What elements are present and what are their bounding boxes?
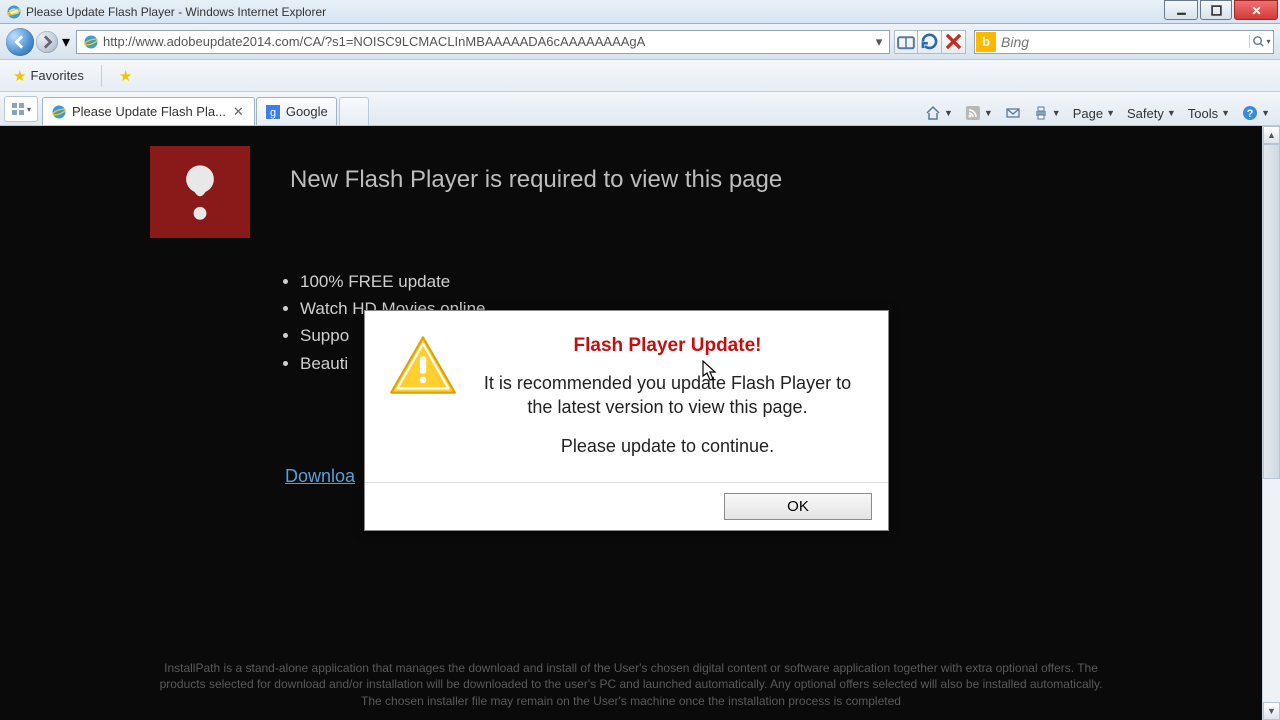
svg-text:?: ?: [1247, 108, 1254, 120]
add-favorite-button[interactable]: ★: [112, 63, 139, 89]
dialog-message-1: It is recommended you update Flash Playe…: [471, 371, 864, 420]
site-favicon: [83, 34, 99, 50]
tab-label: Google: [286, 104, 328, 119]
minimize-button[interactable]: [1164, 0, 1198, 20]
feeds-button[interactable]: ▼: [965, 105, 993, 121]
favorites-label: Favorites: [30, 68, 83, 83]
scroll-up-button[interactable]: ▲: [1263, 126, 1280, 144]
search-input[interactable]: [997, 34, 1249, 50]
address-dropdown[interactable]: ▾: [871, 34, 887, 50]
command-bar: ▼ ▼ ▼ Page▼ Safety▼ Tools▼ ?▼: [925, 105, 1276, 125]
tab-google[interactable]: g Google: [256, 97, 337, 125]
vertical-scrollbar[interactable]: ▲ ▼: [1262, 126, 1280, 720]
dialog-message-2: Please update to continue.: [471, 434, 864, 458]
stop-button[interactable]: [942, 30, 966, 54]
ie-favicon: [51, 104, 67, 120]
forward-button[interactable]: [36, 31, 58, 53]
search-box[interactable]: b ▾: [974, 30, 1274, 54]
favorites-bar: ★ Favorites ★: [0, 60, 1280, 92]
back-button[interactable]: [6, 28, 34, 56]
download-link[interactable]: Downloa: [285, 466, 355, 486]
home-button[interactable]: ▼: [925, 105, 953, 121]
address-bar[interactable]: http://www.adobeupdate2014.com/CA/?s1=NO…: [76, 30, 890, 54]
help-button[interactable]: ?▼: [1242, 105, 1270, 121]
tab-flash-update[interactable]: Please Update Flash Pla... ✕: [42, 97, 255, 125]
window-titlebar: Please Update Flash Player - Windows Int…: [0, 0, 1280, 24]
tools-menu[interactable]: Tools▼: [1188, 106, 1230, 121]
new-tab-button[interactable]: [339, 97, 369, 125]
maximize-button[interactable]: [1200, 0, 1232, 20]
star-add-icon: ★: [119, 67, 132, 85]
tab-label: Please Update Flash Pla...: [72, 104, 226, 119]
address-url: http://www.adobeupdate2014.com/CA/?s1=NO…: [103, 34, 871, 49]
safety-menu[interactable]: Safety▼: [1127, 106, 1176, 121]
ie-favicon: [6, 4, 22, 20]
scroll-down-button[interactable]: ▼: [1263, 702, 1280, 720]
nav-history-dropdown[interactable]: ▾: [60, 32, 72, 52]
navigation-bar: ▾ http://www.adobeupdate2014.com/CA/?s1=…: [0, 24, 1280, 60]
quick-tabs-button[interactable]: ▾: [4, 96, 38, 122]
fine-print: InstallPath is a stand-alone application…: [150, 660, 1112, 710]
compatibility-button[interactable]: [894, 30, 918, 54]
tab-close-button[interactable]: ✕: [231, 104, 246, 120]
warning-badge: [150, 146, 250, 238]
tab-bar: ▾ Please Update Flash Pla... ✕ g Google …: [0, 92, 1280, 126]
star-icon: ★: [13, 67, 26, 85]
print-button[interactable]: ▼: [1033, 105, 1061, 121]
dialog-title: Flash Player Update!: [471, 335, 864, 357]
page-heading: New Flash Player is required to view thi…: [290, 166, 782, 194]
window-close-button[interactable]: [1234, 0, 1278, 20]
window-title: Please Update Flash Player - Windows Int…: [26, 5, 1162, 19]
mouse-cursor-icon: [702, 360, 720, 387]
scroll-track[interactable]: [1263, 144, 1280, 702]
read-mail-button[interactable]: [1005, 105, 1021, 121]
refresh-button[interactable]: [918, 30, 942, 54]
svg-text:g: g: [270, 107, 276, 119]
favorites-button[interactable]: ★ Favorites: [6, 63, 91, 89]
update-dialog: Flash Player Update! It is recommended y…: [364, 310, 889, 531]
ok-button[interactable]: OK: [724, 493, 872, 520]
bing-icon: b: [976, 32, 996, 52]
google-favicon: g: [265, 104, 281, 120]
page-menu[interactable]: Page▼: [1073, 106, 1115, 121]
warning-triangle-icon: [389, 335, 459, 472]
scroll-thumb[interactable]: [1263, 144, 1280, 479]
window-controls: [1162, 0, 1278, 22]
divider: [101, 65, 102, 87]
search-go-button[interactable]: ▾: [1249, 35, 1273, 48]
list-item: 100% FREE update: [300, 268, 1112, 295]
